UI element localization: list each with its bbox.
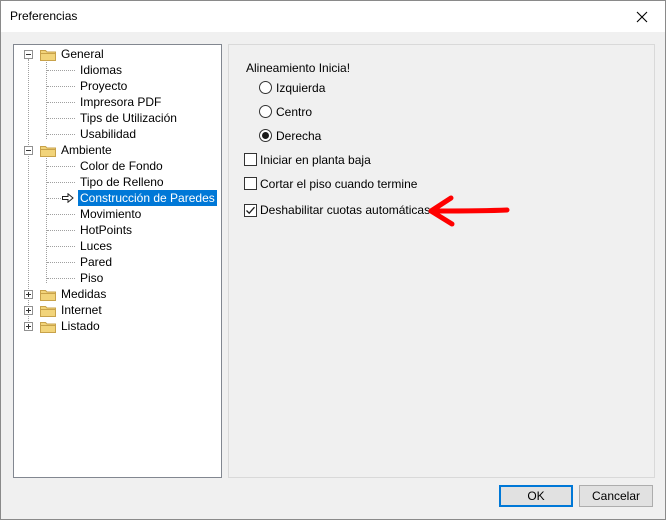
radio-button[interactable] — [259, 129, 272, 142]
radio-button[interactable] — [259, 105, 272, 118]
tree-item-piso[interactable]: Piso — [14, 270, 221, 286]
tree-line — [47, 230, 75, 231]
tree-line — [47, 166, 75, 167]
tree-item-label: Piso — [80, 271, 104, 285]
tree-item-hotpoints[interactable]: HotPoints — [14, 222, 221, 238]
tree-item-label: Tipo de Relleno — [80, 175, 164, 189]
ok-button[interactable]: OK — [499, 485, 573, 507]
tree-item-internet[interactable]: Internet — [14, 302, 221, 318]
folder-icon — [40, 290, 56, 301]
radio-label: Derecha — [276, 129, 322, 143]
tree-item-construccion-de-paredes[interactable]: Construcción de Paredes — [14, 190, 221, 206]
tree-item-color-de-fondo[interactable]: Color de Fondo — [14, 158, 221, 174]
tree-item-proyecto[interactable]: Proyecto — [14, 78, 221, 94]
tree-item-label: Luces — [80, 239, 113, 253]
expand-icon[interactable] — [24, 322, 33, 331]
folder-icon — [40, 306, 56, 317]
tree-item-label: Usabilidad — [80, 127, 137, 141]
tree-item-label: Impresora PDF — [80, 95, 162, 109]
tree-line — [47, 70, 75, 71]
tree-line — [47, 198, 61, 199]
tree-item-label: Listado — [61, 319, 100, 333]
tree-item-luces[interactable]: Luces — [14, 238, 221, 254]
folder-icon — [40, 50, 56, 61]
checkbox[interactable] — [244, 153, 257, 166]
tree-line — [47, 214, 75, 215]
tree-item-listado[interactable]: Listado — [14, 318, 221, 334]
tree-line — [47, 246, 75, 247]
tree-item-label: Movimiento — [80, 207, 142, 221]
tree-line — [47, 134, 75, 135]
tree-item-label: Idiomas — [80, 63, 123, 77]
tree-line — [47, 118, 75, 119]
tree-item-label: Pared — [80, 255, 113, 269]
checkbox-label: Cortar el piso cuando termine — [260, 177, 418, 191]
preferences-tree[interactable]: General Idiomas Proyecto Impresora PDF T… — [13, 44, 222, 478]
tree-item-label: Internet — [61, 303, 102, 317]
tree-item-label: General — [61, 47, 104, 61]
folder-icon — [40, 322, 56, 333]
tree-item-general[interactable]: General — [14, 46, 221, 62]
tree-item-label: Proyecto — [80, 79, 128, 93]
checkbox-label: Deshabilitar cuotas automáticas — [260, 203, 431, 217]
tree-item-label: Tips de Utilización — [80, 111, 177, 125]
collapse-icon[interactable] — [24, 146, 33, 155]
tree-item-label: HotPoints — [80, 223, 133, 237]
title-bar: Preferencias — [1, 1, 665, 32]
tree-item-label: Ambiente — [61, 143, 112, 157]
tree-item-usabilidad[interactable]: Usabilidad — [14, 126, 221, 142]
cancel-button[interactable]: Cancelar — [579, 485, 653, 507]
tree-line — [47, 182, 75, 183]
tree-line — [47, 86, 75, 87]
tree-line — [47, 262, 75, 263]
window-title: Preferencias — [10, 9, 78, 23]
tree-item-movimiento[interactable]: Movimiento — [14, 206, 221, 222]
expand-icon[interactable] — [24, 290, 33, 299]
current-item-arrow-icon — [62, 193, 74, 203]
tree-item-impresora-pdf[interactable]: Impresora PDF — [14, 94, 221, 110]
checkmark-icon — [246, 206, 255, 215]
close-button[interactable] — [619, 1, 665, 32]
radio-label: Centro — [276, 105, 313, 119]
radio-button[interactable] — [259, 81, 272, 94]
radio-label: Izquierda — [276, 81, 326, 95]
tree-line — [47, 278, 75, 279]
expand-icon[interactable] — [24, 306, 33, 315]
tree-item-label: Medidas — [61, 287, 107, 301]
tree-item-medidas[interactable]: Medidas — [14, 286, 221, 302]
folder-icon — [40, 146, 56, 157]
checkbox[interactable] — [244, 177, 257, 190]
tree-item-label: Construcción de Paredes — [78, 190, 217, 206]
tree-item-ambiente[interactable]: Ambiente — [14, 142, 221, 158]
close-icon — [636, 11, 648, 22]
checkbox[interactable] — [244, 204, 257, 217]
alignment-group-title: Alineamiento Inicia! — [246, 61, 351, 75]
tree-item-tipo-de-relleno[interactable]: Tipo de Relleno — [14, 174, 221, 190]
annotation-arrow-icon — [428, 195, 510, 227]
tree-item-pared[interactable]: Pared — [14, 254, 221, 270]
tree-item-label: Color de Fondo — [80, 159, 163, 173]
preferences-dialog: Preferencias General Idiomas Proyecto Im… — [0, 0, 666, 520]
tree-item-tips[interactable]: Tips de Utilización — [14, 110, 221, 126]
checkbox-label: Iniciar en planta baja — [260, 153, 371, 167]
tree-line — [47, 102, 75, 103]
tree-item-idiomas[interactable]: Idiomas — [14, 62, 221, 78]
collapse-icon[interactable] — [24, 50, 33, 59]
